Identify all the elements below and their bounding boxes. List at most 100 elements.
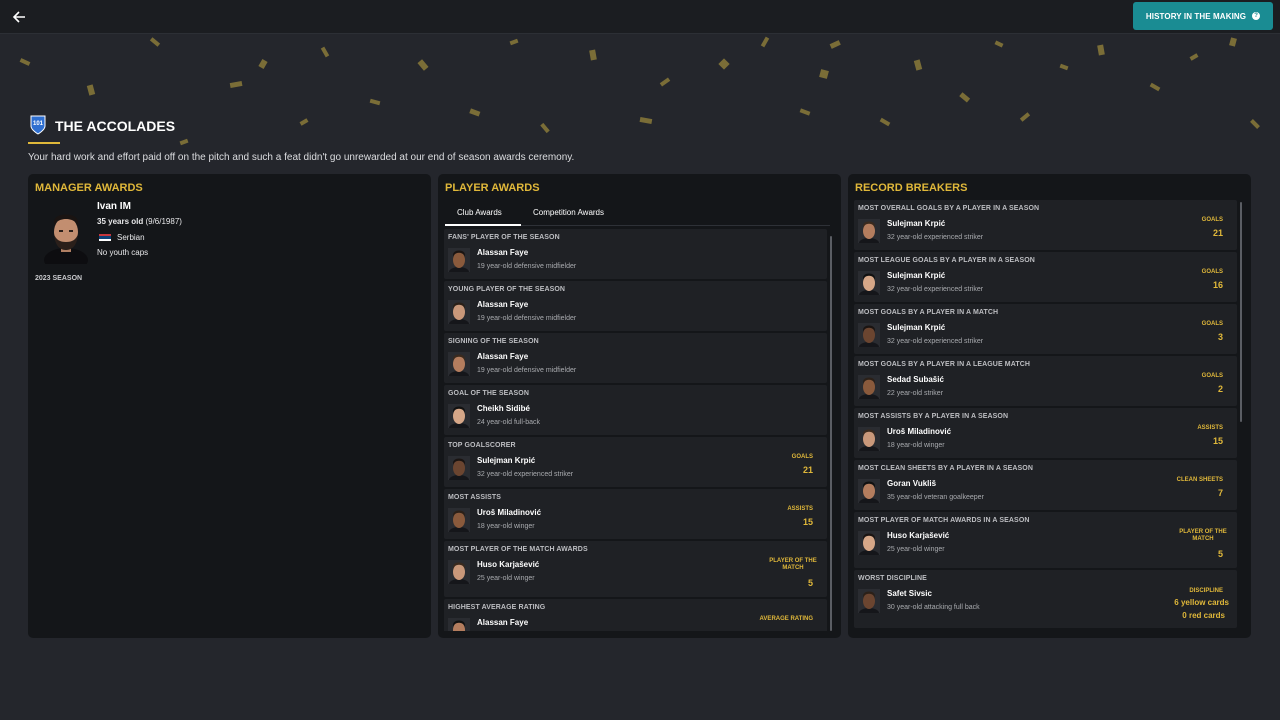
player-description: 19 year-old defensive midfielder [477, 315, 577, 322]
manager-awards-title: MANAGER AWARDS [35, 182, 143, 194]
back-button[interactable] [8, 6, 30, 28]
player-name[interactable]: Sulejman Krpić [887, 323, 945, 332]
player-name[interactable]: Alassan Faye [477, 300, 528, 309]
manager-age: 35 years old (9/6/1987) [97, 217, 182, 226]
player-name[interactable]: Uroš Miladinović [477, 508, 541, 517]
player-name[interactable]: Huso Karjašević [887, 531, 949, 540]
player-avatar [448, 248, 470, 272]
stat-value: 15 [1212, 436, 1223, 446]
stat-value: 2 [1217, 384, 1223, 394]
stat-value: 5 [807, 578, 813, 588]
player-description: 32 year-old experienced striker [477, 471, 574, 478]
record-breakers-panel: RECORD BREAKERS MOST OVERALL GOALS BY A … [848, 174, 1251, 638]
player-name[interactable]: Goran Vukliš [887, 479, 936, 488]
award-title: YOUNG PLAYER OF THE SEASON [448, 286, 566, 293]
player-description: 18 year-old winger [887, 442, 945, 449]
active-tab-indicator [445, 224, 521, 226]
player-name[interactable]: Alassan Faye [477, 352, 528, 361]
stat-value: 3 [1217, 332, 1223, 342]
top-bar: HISTORY IN THE MAKING ? [0, 0, 1280, 34]
award-title: WORST DISCIPLINE [858, 575, 927, 582]
stat-value-secondary: 0 red cards [1182, 611, 1225, 620]
player-award-card[interactable]: YOUNG PLAYER OF THE SEASON Alassan Faye 19… [444, 281, 827, 331]
award-title: GOAL OF THE SEASON [448, 390, 530, 397]
player-name[interactable]: Sedad Subašić [887, 375, 944, 384]
manager-awards-panel: MANAGER AWARDS Ivan IM 35 years old (9/6… [28, 174, 431, 638]
back-arrow-icon [12, 11, 25, 23]
stat-value: 16 [1212, 280, 1223, 290]
tab-competition-awards[interactable]: Competition Awards [533, 208, 604, 217]
player-avatar [858, 427, 880, 451]
player-award-card[interactable]: TOP GOALSCORER Sulejman Krpić 32 year-old … [444, 437, 827, 487]
award-title: MOST LEAGUE GOALS BY A PLAYER IN A SEASO… [858, 257, 1035, 264]
nationality-label: Serbian [117, 233, 145, 242]
stat-value: 5 [1217, 549, 1223, 559]
player-award-card[interactable]: SIGNING OF THE SEASON Alassan Faye 19 year… [444, 333, 827, 383]
player-award-card[interactable]: MOST PLAYER OF THE MATCH AWARDS Huso Karj… [444, 541, 827, 597]
stat-value: 7 [1217, 488, 1223, 498]
stat-label: DISCIPLINE [1189, 588, 1223, 594]
player-description: 30 year-old attacking full back [887, 604, 980, 611]
record-card[interactable]: WORST DISCIPLINE Safet Sivsic 30 year-old … [854, 570, 1237, 628]
player-name[interactable]: Huso Karjašević [477, 560, 539, 569]
history-button-label: HISTORY IN THE MAKING [1145, 11, 1247, 21]
player-description: 32 year-old experienced striker [887, 286, 984, 293]
record-breakers-list[interactable]: MOST OVERALL GOALS BY A PLAYER IN A SEAS… [854, 200, 1239, 632]
stat-label: PLAYER OF THE MATCH [769, 558, 817, 571]
player-description: 19 year-old defensive midfielder [477, 263, 577, 270]
player-avatar [448, 404, 470, 428]
serbia-flag-icon [99, 233, 111, 242]
stat-label: GOALS [1201, 373, 1223, 379]
player-award-card[interactable]: HIGHEST AVERAGE RATING Alassan Faye AVERAG… [444, 599, 827, 631]
player-avatar [448, 560, 470, 584]
record-card[interactable]: MOST LEAGUE GOALS BY A PLAYER IN A SEASO… [854, 252, 1237, 302]
record-card[interactable]: MOST GOALS BY A PLAYER IN A LEAGUE MATCH… [854, 356, 1237, 406]
player-description: 18 year-old winger [477, 523, 535, 530]
manager-portrait [44, 214, 88, 264]
page-title: THE ACCOLADES [55, 118, 176, 134]
award-title: TOP GOALSCORER [448, 442, 516, 449]
player-avatar [448, 456, 470, 480]
manager-nationality: Serbian [99, 233, 145, 242]
player-name[interactable]: Uroš Miladinović [887, 427, 951, 436]
player-name[interactable]: Alassan Faye [477, 248, 528, 257]
player-awards-list[interactable]: FANS' PLAYER OF THE SEASON Alassan Faye 19… [444, 229, 829, 631]
player-awards-panel: PLAYER AWARDS Club Awards Competition Aw… [438, 174, 841, 638]
tab-club-awards[interactable]: Club Awards [457, 208, 502, 217]
player-list-scrollbar[interactable] [830, 236, 832, 631]
record-card[interactable]: MOST GOALS BY A PLAYER IN A MATCH Sulejma… [854, 304, 1237, 354]
player-avatar [858, 589, 880, 613]
award-title: SIGNING OF THE SEASON [448, 338, 539, 345]
manager-name[interactable]: Ivan IM [97, 201, 131, 212]
player-award-card[interactable]: FANS' PLAYER OF THE SEASON Alassan Faye 19… [444, 229, 827, 279]
stat-label: GOALS [791, 454, 813, 460]
player-description: 25 year-old winger [887, 546, 945, 553]
record-card[interactable]: MOST ASSISTS BY A PLAYER IN A SEASON Uroš… [854, 408, 1237, 458]
player-name[interactable]: Alassan Faye [477, 618, 528, 627]
stat-value: 21 [1212, 228, 1223, 238]
player-description: 22 year-old striker [887, 390, 944, 397]
award-title: FANS' PLAYER OF THE SEASON [448, 234, 560, 241]
record-card[interactable]: MOST PLAYER OF MATCH AWARDS IN A SEASON H… [854, 512, 1237, 568]
player-description: 19 year-old defensive midfielder [477, 367, 577, 374]
player-award-card[interactable]: GOAL OF THE SEASON Cheikh Sidibé 24 year-o… [444, 385, 827, 435]
player-name[interactable]: Sulejman Krpić [477, 456, 535, 465]
record-card[interactable]: MOST OVERALL GOALS BY A PLAYER IN A SEAS… [854, 200, 1237, 250]
svg-text:101: 101 [33, 121, 44, 127]
record-card[interactable]: MOST CLEAN SHEETS BY A PLAYER IN A SEASO… [854, 460, 1237, 510]
player-avatar [858, 479, 880, 503]
award-title: MOST ASSISTS [448, 494, 502, 501]
player-name[interactable]: Safet Sivsic [887, 589, 932, 598]
player-award-card[interactable]: MOST ASSISTS Uroš Miladinović 18 year-old … [444, 489, 827, 539]
player-description: 32 year-old experienced striker [887, 234, 984, 241]
player-name[interactable]: Cheikh Sidibé [477, 404, 530, 413]
award-title: HIGHEST AVERAGE RATING [448, 604, 546, 611]
stat-label: AVERAGE RATING [759, 616, 813, 622]
title-underline [28, 142, 60, 144]
stat-label: GOALS [1201, 217, 1223, 223]
history-in-the-making-button[interactable]: HISTORY IN THE MAKING ? [1133, 2, 1273, 30]
player-name[interactable]: Sulejman Krpić [887, 271, 945, 280]
award-title: MOST PLAYER OF MATCH AWARDS IN A SEASON [858, 517, 1030, 524]
player-name[interactable]: Sulejman Krpić [887, 219, 945, 228]
record-list-scrollbar[interactable] [1240, 202, 1242, 422]
